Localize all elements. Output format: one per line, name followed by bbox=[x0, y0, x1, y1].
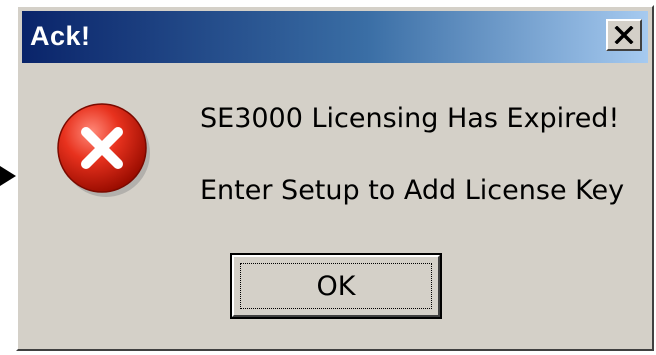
close-icon bbox=[614, 26, 634, 44]
ok-button-label: OK bbox=[316, 270, 356, 302]
message-line-expired: SE3000 Licensing Has Expired! bbox=[200, 103, 620, 134]
close-button[interactable] bbox=[606, 19, 642, 51]
dialog-title: Ack! bbox=[30, 21, 91, 51]
pointer-arrow-icon bbox=[0, 166, 16, 186]
message-dialog: Ack! SE3000 Licensing Has Expired! Enter… bbox=[16, 5, 654, 351]
ok-focus-ring: OK bbox=[240, 263, 432, 309]
title-bar[interactable]: Ack! bbox=[22, 11, 648, 63]
error-icon bbox=[57, 103, 150, 197]
ok-button[interactable]: OK bbox=[230, 253, 442, 319]
message-line-instructions: Enter Setup to Add License Key bbox=[200, 175, 625, 206]
